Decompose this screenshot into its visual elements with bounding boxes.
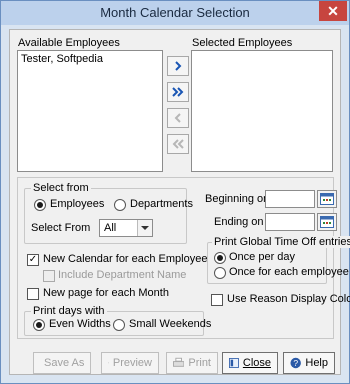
once-each-employee-label: Once for each employee <box>229 266 349 278</box>
close-book-icon <box>229 358 239 368</box>
chevron-right-icon <box>175 61 182 71</box>
select-from-title: Select from <box>31 182 91 194</box>
calendar-icon <box>320 216 334 228</box>
remove-one-button[interactable] <box>167 108 189 128</box>
even-widths-label: Even Widths <box>49 318 111 330</box>
window-title: Month Calendar Selection <box>100 5 250 20</box>
selected-employees-label: Selected Employees <box>192 37 293 49</box>
print-days-title: Print days with <box>31 305 107 317</box>
departments-radio-label: Departments <box>130 198 193 210</box>
list-item[interactable]: Tester, Softpedia <box>18 51 162 67</box>
new-page-checkbox[interactable] <box>27 288 39 300</box>
select-from-combo-label: Select From <box>31 222 91 234</box>
ending-date-field[interactable] <box>265 213 315 231</box>
preview-label: Preview <box>112 357 152 369</box>
include-department-label: Include Department Name <box>58 269 187 281</box>
close-button[interactable]: Close <box>222 352 278 374</box>
beginning-date-field[interactable] <box>265 190 315 208</box>
beginning-calendar-button[interactable] <box>317 190 337 208</box>
double-chevron-left-icon <box>172 139 184 149</box>
use-reason-colors-label: Use Reason Display Colors <box>227 293 350 305</box>
options-panel: Select from Employees Departments Select… <box>17 177 350 339</box>
small-weekends-radio[interactable] <box>113 319 125 331</box>
help-button[interactable]: ? Help <box>283 352 335 374</box>
even-widths-radio[interactable] <box>33 319 45 331</box>
close-label: Close <box>242 357 271 369</box>
save-as-button[interactable]: Save As <box>33 352 91 374</box>
double-chevron-right-icon <box>172 87 184 97</box>
select-from-combo-value: All <box>104 222 117 234</box>
select-from-group: Select from Employees Departments Select… <box>24 182 193 244</box>
departments-radio[interactable] <box>114 199 126 211</box>
add-all-button[interactable] <box>167 82 189 102</box>
employees-radio-label: Employees <box>50 198 105 210</box>
once-per-day-radio[interactable] <box>214 252 226 264</box>
available-employees-list[interactable]: Tester, Softpedia <box>17 50 163 172</box>
chevron-down-icon[interactable] <box>137 220 152 236</box>
new-calendar-checkbox[interactable]: ✓ <box>27 254 39 266</box>
window-close-button[interactable]: ✕ <box>319 1 347 21</box>
ending-on-label: Ending on <box>214 216 264 228</box>
beginning-on-label: Beginning on <box>205 193 270 205</box>
available-employees-label: Available Employees <box>18 37 120 49</box>
title-bar[interactable]: Month Calendar Selection ✕ <box>1 1 349 25</box>
once-per-day-label: Once per day <box>229 251 296 263</box>
remove-all-button[interactable] <box>167 134 189 154</box>
preview-button[interactable]: Preview <box>101 352 159 374</box>
dialog-window: Month Calendar Selection ✕ Available Emp… <box>0 0 350 384</box>
svg-text:?: ? <box>293 358 298 368</box>
print-button[interactable]: Print <box>166 352 218 374</box>
chevron-left-icon <box>174 113 181 123</box>
print-label: Print <box>188 357 211 369</box>
employees-radio[interactable] <box>34 199 46 211</box>
printer-icon <box>173 357 185 367</box>
new-page-label: New page for each Month <box>43 287 169 299</box>
print-days-group: Print days with Even Widths Small Weeken… <box>24 305 211 336</box>
help-label: Help <box>305 357 328 369</box>
new-calendar-label: New Calendar for each Employee <box>43 253 208 265</box>
selected-employees-list[interactable] <box>191 50 333 172</box>
print-global-group: Print Global Time Off entries Once per d… <box>207 236 350 284</box>
dialog-body: Available Employees Tester, Softpedia Se… <box>9 29 350 375</box>
print-global-title: Print Global Time Off entries <box>212 236 350 248</box>
calendar-icon <box>320 193 334 205</box>
save-as-label: Save As <box>44 357 85 369</box>
select-from-combo[interactable]: All <box>99 219 153 237</box>
small-weekends-label: Small Weekends <box>129 318 212 330</box>
once-each-employee-radio[interactable] <box>214 267 226 279</box>
ending-calendar-button[interactable] <box>317 213 337 231</box>
include-department-checkbox[interactable] <box>43 270 55 282</box>
use-reason-colors-checkbox[interactable] <box>211 294 223 306</box>
help-icon: ? <box>290 357 301 369</box>
preview-icon <box>108 362 109 364</box>
add-one-button[interactable] <box>167 56 189 76</box>
